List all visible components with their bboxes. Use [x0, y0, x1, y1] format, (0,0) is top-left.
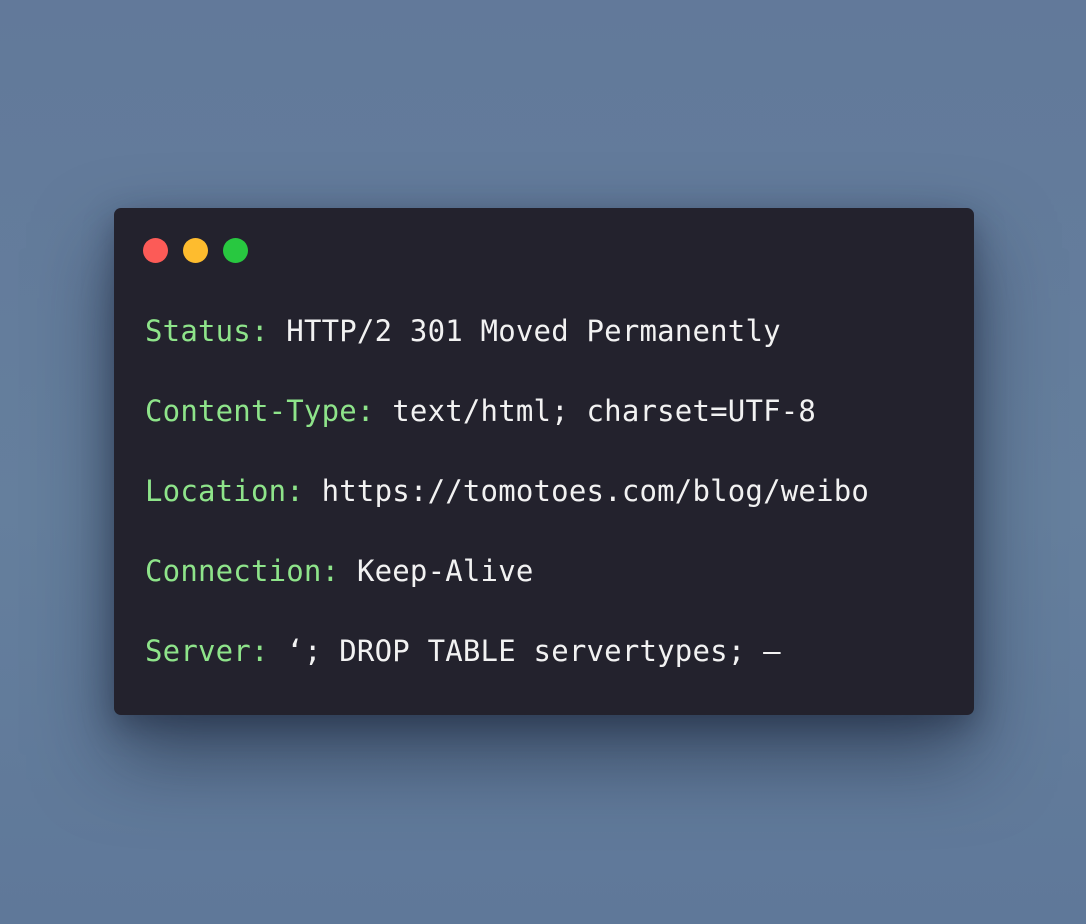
terminal-window: Status: HTTP/2 301 Moved Permanently Con… [114, 208, 974, 715]
http-headers: Status: HTTP/2 301 Moved Permanently Con… [145, 308, 954, 708]
header-value: text/html; charset=UTF-8 [392, 394, 817, 428]
close-button[interactable] [143, 238, 168, 263]
header-line-content-type: Content-Type: text/html; charset=UTF-8 [145, 388, 954, 468]
header-value: HTTP/2 301 Moved Permanently [286, 314, 781, 348]
header-key: Location: [145, 474, 304, 508]
header-key: Status: [145, 314, 269, 348]
header-value: https://tomotoes.com/blog/weibo [321, 474, 870, 508]
header-value: Keep-Alive [356, 554, 534, 588]
header-value: ‘; DROP TABLE servertypes; — [286, 634, 781, 668]
header-key: Connection: [145, 554, 340, 588]
header-line-location: Location: https://tomotoes.com/blog/weib… [145, 468, 954, 548]
zoom-button[interactable] [223, 238, 248, 263]
window-controls [143, 238, 248, 263]
header-key: Content-Type: [145, 394, 375, 428]
minimize-button[interactable] [183, 238, 208, 263]
header-line-connection: Connection: Keep-Alive [145, 548, 954, 628]
header-line-server: Server: ‘; DROP TABLE servertypes; — [145, 628, 954, 708]
header-key: Server: [145, 634, 269, 668]
header-line-status: Status: HTTP/2 301 Moved Permanently [145, 308, 954, 388]
